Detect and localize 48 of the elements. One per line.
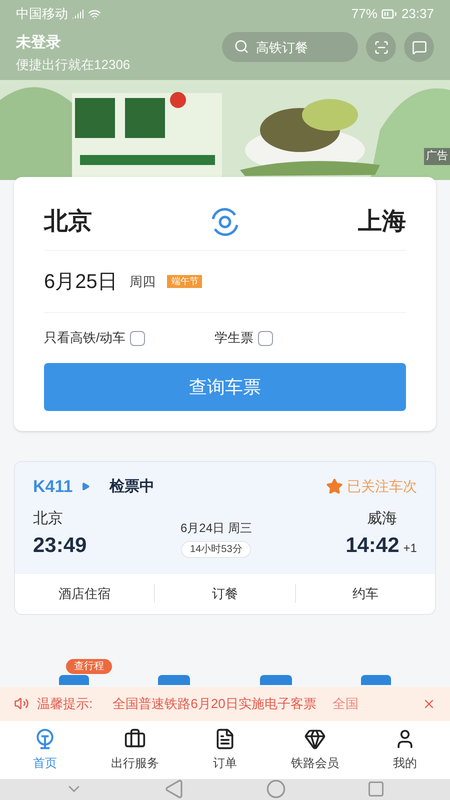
trip-action-link[interactable]: 订餐 bbox=[212, 584, 238, 604]
ad-label: 广告 bbox=[424, 148, 450, 164]
option-label: 只看高铁/动车 bbox=[44, 329, 126, 348]
checkbox[interactable] bbox=[130, 330, 145, 346]
suitcase-icon bbox=[124, 728, 146, 750]
destination-station[interactable]: 上海 bbox=[358, 204, 406, 240]
holiday-tag: 端午节 bbox=[167, 274, 202, 288]
back-icon[interactable] bbox=[164, 779, 184, 800]
departure-time: 23:49 bbox=[33, 533, 87, 559]
trip-action-link[interactable]: 酒店住宿 bbox=[58, 584, 111, 604]
day-offset: +1 bbox=[403, 540, 417, 557]
departure-station: 北京 bbox=[33, 508, 64, 528]
nav-tab[interactable]: 我的 bbox=[360, 728, 450, 772]
trip-status: 检票中 bbox=[110, 476, 155, 496]
nav-tab[interactable]: 铁路会员 bbox=[270, 728, 360, 772]
trip-date: 6月24日 周三 bbox=[180, 520, 252, 536]
carrier-text: 中国移动 bbox=[16, 5, 68, 24]
date-selector[interactable]: 6月25日 周四 端午节 bbox=[44, 251, 406, 313]
origin-station[interactable]: 北京 bbox=[44, 204, 92, 240]
home-icon[interactable] bbox=[266, 779, 286, 800]
recents-icon[interactable] bbox=[367, 780, 386, 798]
document-icon bbox=[214, 728, 236, 750]
notice-label: 温馨提示: bbox=[37, 694, 93, 713]
trip-action-link[interactable]: 约车 bbox=[352, 584, 378, 604]
search-field[interactable]: 高铁订餐 bbox=[222, 32, 358, 62]
battery-percent: 77% bbox=[351, 5, 378, 24]
trip-duration: 14小时53分 bbox=[181, 540, 252, 558]
diamond-icon bbox=[304, 728, 326, 750]
search-icon bbox=[234, 39, 249, 54]
message-icon bbox=[412, 40, 426, 54]
signal-icon bbox=[72, 8, 84, 20]
clock-time: 23:37 bbox=[401, 5, 434, 24]
checkbox[interactable] bbox=[258, 330, 273, 346]
nav-tab[interactable]: 订单 bbox=[180, 728, 270, 772]
star-icon bbox=[326, 478, 343, 496]
play-icon bbox=[80, 482, 90, 492]
header-subtitle: 便捷出行就在12306 bbox=[16, 56, 130, 74]
arrival-station: 威海 bbox=[366, 508, 398, 528]
speaker-icon bbox=[14, 696, 29, 711]
arrival-time: 14:42 bbox=[346, 533, 400, 559]
date-text: 6月25日 bbox=[44, 270, 118, 294]
itinerary-badge: 查行程 bbox=[66, 658, 112, 674]
scan-icon bbox=[374, 40, 388, 54]
nav-tab[interactable]: 出行服务 bbox=[90, 728, 180, 772]
weekday-text: 周四 bbox=[129, 272, 156, 291]
option-label: 学生票 bbox=[214, 329, 254, 348]
railway-logo-icon bbox=[34, 728, 56, 750]
wifi-icon bbox=[88, 8, 101, 20]
